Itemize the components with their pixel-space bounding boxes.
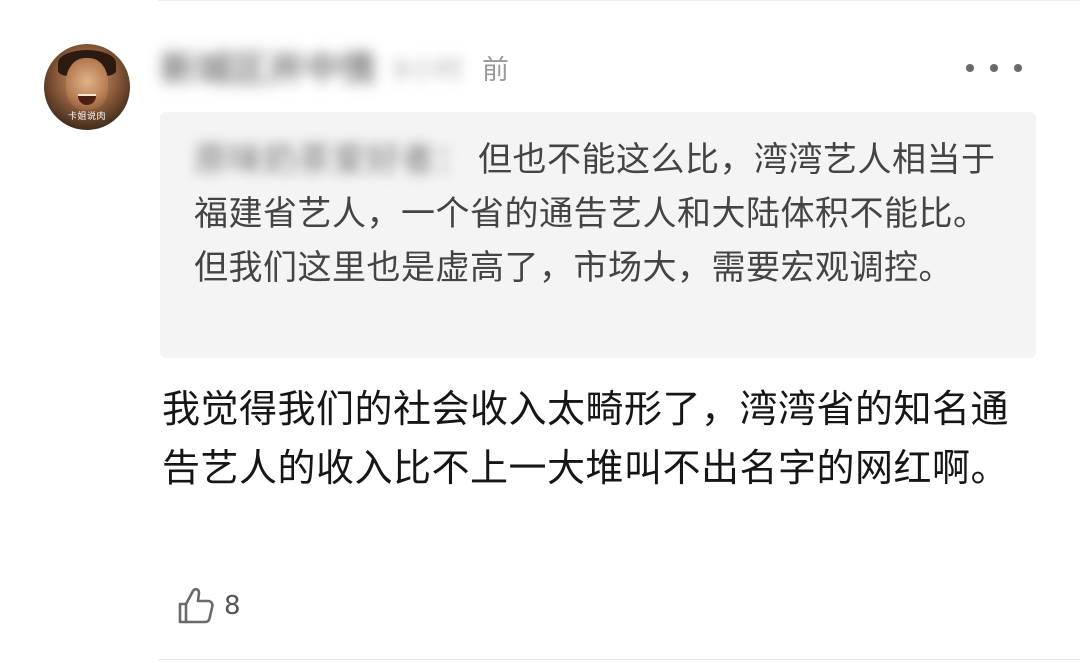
more-dots-icon <box>966 64 974 72</box>
quoted-reply-text-block: 原味奶茶爱好者： 但也不能这么比，湾湾艺人相当于福建省艺人，一个省的通告艺人和大陆… <box>194 133 1004 295</box>
comment-time-suffix: 前 <box>482 55 509 86</box>
avatar[interactable]: 卡姐说肉 <box>44 44 130 130</box>
more-options-button[interactable] <box>966 54 1022 82</box>
quoted-reply-author: 原味奶茶爱好者： <box>194 140 470 180</box>
quoted-reply[interactable]: 原味奶茶爱好者： 但也不能这么比，湾湾艺人相当于福建省艺人，一个省的通告艺人和大陆… <box>160 112 1036 358</box>
comment-time-value: 9小时 <box>392 55 464 86</box>
username[interactable]: 新城区并中情 <box>160 48 376 92</box>
like-button[interactable]: 8 <box>174 584 241 628</box>
avatar-watermark: 卡姐说肉 <box>67 112 106 122</box>
comment-body: 我觉得我们的社会收入太畸形了，湾湾省的知名通告艺人的收入比不上一大堆叫不出名字的… <box>162 387 1010 490</box>
bottom-divider <box>158 659 1080 660</box>
like-count: 8 <box>224 591 241 621</box>
comment-time: 9小时前 <box>392 54 509 88</box>
top-divider <box>158 0 1080 1</box>
thumbs-up-icon <box>178 587 214 624</box>
